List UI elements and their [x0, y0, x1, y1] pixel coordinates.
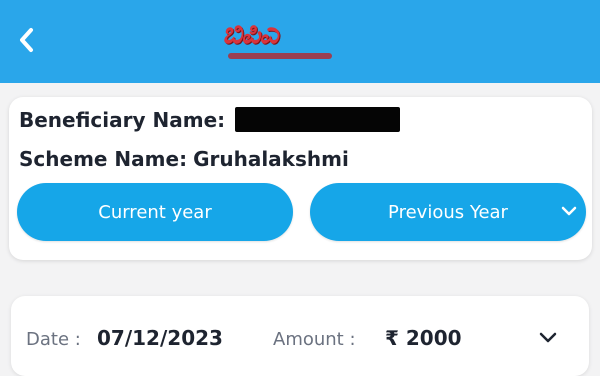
logo-text: ಬಿಪಿಎ — [222, 16, 279, 51]
date-value: 07/12/2023 — [97, 326, 223, 350]
previous-year-dropdown[interactable]: Previous Year — [310, 183, 586, 241]
scheme-name-label: Scheme Name: — [19, 147, 188, 171]
payment-row-card[interactable]: Date : 07/12/2023 Amount : ₹ 2000 — [11, 296, 589, 376]
previous-year-label: Previous Year — [388, 201, 508, 223]
logo-underline — [228, 53, 332, 59]
chevron-down-icon — [561, 206, 577, 216]
scheme-name-row: Scheme Name: Gruhalakshmi — [19, 147, 349, 171]
current-year-button[interactable]: Current year — [17, 183, 293, 241]
beneficiary-name-row: Beneficiary Name: — [19, 107, 401, 132]
amount-label: Amount : — [273, 329, 356, 350]
date-label: Date : — [26, 329, 81, 350]
back-button[interactable] — [8, 18, 44, 62]
beneficiary-name-label: Beneficiary Name: — [19, 107, 226, 132]
chevron-down-icon[interactable] — [536, 329, 560, 347]
amount-value: ₹ 2000 — [385, 326, 462, 350]
app-logo: ಬಿಪಿಎ — [218, 15, 342, 65]
chevron-left-icon — [20, 28, 33, 52]
app-header: ಬಿಪಿಎ — [0, 0, 600, 83]
beneficiary-name-redacted — [235, 107, 401, 132]
beneficiary-details-card: Beneficiary Name: Scheme Name: Gruhalaks… — [9, 97, 592, 260]
current-year-label: Current year — [98, 201, 212, 223]
scheme-name-value: Gruhalakshmi — [193, 147, 349, 171]
